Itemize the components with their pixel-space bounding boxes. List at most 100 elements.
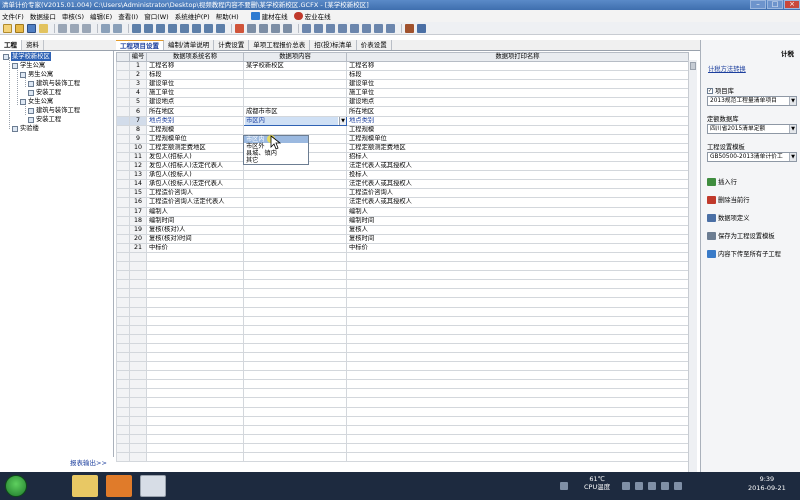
report-icon[interactable]	[192, 23, 201, 33]
dropdown-option[interactable]: 其它	[244, 157, 308, 164]
empty-cell[interactable]	[129, 379, 147, 390]
cell-content[interactable]	[243, 170, 347, 181]
table-row[interactable]	[116, 397, 689, 408]
empty-cell[interactable]	[243, 342, 347, 354]
cell-print[interactable]: 建设单位	[346, 79, 689, 90]
empty-cell[interactable]	[346, 452, 689, 463]
column-header-content[interactable]: 数据项内容	[243, 52, 347, 62]
cell-print[interactable]: 中标价	[346, 242, 689, 253]
cell-no[interactable]: 20	[129, 233, 147, 244]
empty-cell[interactable]	[129, 333, 147, 344]
empty-cell[interactable]	[346, 351, 689, 363]
clock[interactable]: 9:39 2016-09-21	[748, 475, 786, 493]
cell-content[interactable]	[243, 97, 347, 108]
chevron-down-icon[interactable]: ▼	[339, 117, 346, 125]
empty-cell[interactable]	[146, 251, 244, 263]
cell-content[interactable]: 成都市市区	[243, 106, 347, 117]
cell-name[interactable]: 建设地点	[146, 97, 244, 108]
table-row[interactable]	[116, 370, 689, 381]
table-row[interactable]	[116, 351, 689, 363]
wifi-icon[interactable]	[648, 482, 656, 490]
cell-name[interactable]: 地点类别	[146, 115, 244, 126]
table-row[interactable]: 3 建设单位 建设单位	[116, 79, 689, 90]
table-row[interactable]: 20 复核(核对)时间 复核时间	[116, 233, 689, 244]
cell-name[interactable]: 发包人(招标人)	[146, 151, 244, 163]
cell-name[interactable]: 复核(核对)人	[146, 224, 244, 235]
empty-cell[interactable]	[146, 442, 244, 454]
tax-method-switch-link[interactable]: 计税方法转换	[708, 64, 746, 73]
empty-cell[interactable]	[129, 415, 147, 426]
cell-print[interactable]: 所在地区	[346, 106, 689, 117]
table-row[interactable]: 19 复核(核对)人 复核人	[116, 224, 689, 235]
column-header-no[interactable]: 编号	[129, 52, 147, 62]
cell-content[interactable]	[243, 224, 347, 235]
empty-cell[interactable]	[243, 370, 347, 381]
empty-cell[interactable]	[243, 388, 347, 399]
empty-cell[interactable]	[146, 361, 244, 372]
cell-content[interactable]	[243, 188, 347, 199]
empty-cell[interactable]	[346, 361, 689, 372]
empty-cell[interactable]	[346, 261, 689, 272]
empty-cell[interactable]	[243, 324, 347, 335]
cell-no[interactable]: 21	[129, 242, 147, 253]
empty-cell[interactable]	[346, 424, 689, 435]
cell-no[interactable]: 17	[129, 206, 147, 217]
empty-cell[interactable]	[243, 261, 347, 272]
empty-cell[interactable]	[346, 388, 689, 399]
item-library-checkbox[interactable]: ✓	[707, 88, 713, 94]
table-row[interactable]: 1 工程名称 某学校新校区 工程名称	[116, 60, 689, 72]
cell-print[interactable]: 复核人	[346, 224, 689, 235]
cell-print[interactable]: 施工单位	[346, 88, 689, 99]
empty-cell[interactable]	[129, 251, 147, 263]
empty-cell[interactable]	[346, 379, 689, 390]
empty-cell[interactable]	[129, 324, 147, 335]
quota-db-select[interactable]: 四川省2015清单定额 ▼	[707, 124, 797, 134]
new-file-icon[interactable]	[3, 23, 12, 33]
cell-no[interactable]: 8	[129, 124, 147, 135]
export-icon[interactable]	[374, 23, 383, 33]
save-template-button[interactable]: 保存为工程设置模板	[707, 231, 775, 240]
minimize-button[interactable]: –	[750, 0, 766, 9]
table-row[interactable]	[116, 406, 689, 417]
empty-cell[interactable]	[146, 342, 244, 354]
empty-cell[interactable]	[129, 342, 147, 354]
cell-no[interactable]: 12	[129, 161, 147, 172]
refresh-icon[interactable]	[235, 23, 244, 33]
tree-node-male-install[interactable]: 安装工程	[28, 88, 61, 97]
cell-name[interactable]: 工程规模	[146, 124, 244, 135]
cell-no[interactable]: 5	[129, 97, 147, 108]
help-icon[interactable]	[417, 23, 426, 33]
empty-cell[interactable]	[243, 397, 347, 408]
item-library-select[interactable]: 2013规范工程量清单项目 ▼	[707, 96, 797, 106]
tree-node-male-building[interactable]: 建筑与装饰工程	[28, 79, 80, 88]
table-row[interactable]	[116, 442, 689, 454]
cell-name[interactable]: 复核(核对)时间	[146, 233, 244, 244]
settings-icon[interactable]	[362, 23, 371, 33]
close-button[interactable]: ×	[784, 0, 800, 9]
table-row[interactable]: 13 承包人(投标人) 投标人	[116, 170, 689, 181]
empty-cell[interactable]	[346, 297, 689, 308]
empty-cell[interactable]	[129, 442, 147, 454]
cell-print[interactable]: 地点类别	[346, 115, 689, 126]
empty-cell[interactable]	[243, 424, 347, 435]
cell-name[interactable]: 工程定额测定费地区	[146, 142, 244, 153]
cell-content[interactable]	[243, 242, 347, 253]
ime-icon[interactable]	[661, 482, 669, 490]
table-row[interactable]	[116, 361, 689, 372]
report-output-link[interactable]: 报表输出>>	[70, 457, 107, 467]
empty-cell[interactable]	[243, 297, 347, 308]
item-library-label[interactable]: ✓ 项目库	[707, 86, 734, 95]
table-row[interactable]	[116, 279, 689, 290]
cell-name[interactable]: 所在地区	[146, 106, 244, 117]
building-materials-online-link[interactable]: 建材在线	[250, 11, 288, 21]
cell-no[interactable]: 14	[129, 179, 147, 190]
table-row[interactable]: 6 所在地区 成都市市区 所在地区	[116, 106, 689, 117]
empty-cell[interactable]	[243, 361, 347, 372]
empty-cell[interactable]	[146, 433, 244, 444]
cell-name[interactable]: 建设单位	[146, 79, 244, 90]
empty-cell[interactable]	[243, 333, 347, 344]
cell-name[interactable]: 工程规模单位	[146, 133, 244, 144]
cell-content[interactable]	[243, 197, 347, 208]
pricing-app-icon[interactable]	[140, 475, 166, 497]
cell-no[interactable]: 2	[129, 70, 147, 81]
